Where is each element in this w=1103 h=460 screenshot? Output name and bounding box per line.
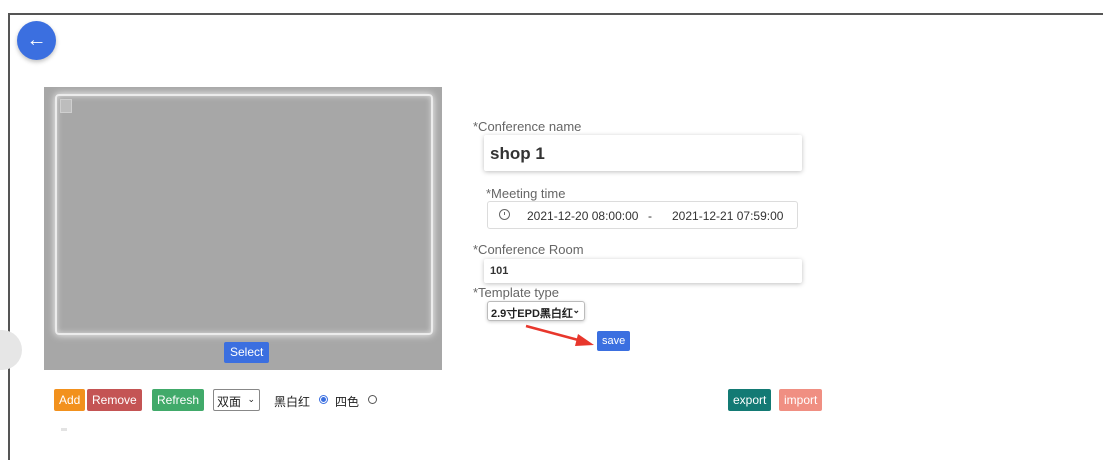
template-type-value: 2.9寸EPD黑白红 bbox=[491, 308, 573, 320]
frame-left-border bbox=[8, 13, 10, 460]
print-side-value: 双面 bbox=[217, 395, 242, 409]
conference-room-label: *Conference Room bbox=[473, 242, 584, 257]
color-mode-radio-four[interactable] bbox=[368, 395, 377, 404]
import-button[interactable]: import bbox=[779, 389, 823, 411]
save-button[interactable]: save bbox=[597, 331, 631, 351]
select-button[interactable]: Select bbox=[224, 342, 270, 363]
broken-image-icon bbox=[60, 99, 72, 113]
print-side-select[interactable]: 双面 ⌄ bbox=[213, 389, 260, 411]
template-preview bbox=[44, 87, 442, 370]
frame-top-border bbox=[8, 13, 1103, 15]
refresh-button[interactable]: Refresh bbox=[152, 389, 205, 411]
chevron-down-icon: ⌄ bbox=[247, 394, 255, 404]
annotation-arrow-icon bbox=[525, 324, 594, 346]
color-mode-label-bwr: 黑白红 bbox=[274, 395, 311, 409]
back-button[interactable]: ← bbox=[17, 21, 56, 60]
chevron-down-icon: ⌄ bbox=[572, 305, 580, 315]
color-mode-radio-bwr[interactable] bbox=[319, 395, 328, 404]
export-button[interactable]: export bbox=[728, 389, 772, 411]
meeting-time-label: *Meeting time bbox=[486, 186, 566, 201]
conference-name-label: *Conference name bbox=[473, 119, 582, 134]
meeting-start-time[interactable]: 2021-12-20 08:00:00 bbox=[527, 209, 638, 223]
add-button[interactable]: Add bbox=[54, 389, 86, 411]
clock-icon bbox=[499, 209, 510, 220]
side-panel-handle[interactable] bbox=[0, 330, 22, 370]
faint-mark bbox=[61, 428, 67, 431]
meeting-end-time[interactable]: 2021-12-21 07:59:00 bbox=[672, 209, 783, 223]
meeting-time-range[interactable]: 2021-12-20 08:00:00 - 2021-12-21 07:59:0… bbox=[487, 201, 798, 229]
color-mode-label-four: 四色 bbox=[335, 395, 360, 409]
preview-image-frame bbox=[55, 94, 433, 335]
remove-button[interactable]: Remove bbox=[87, 389, 142, 411]
date-range-separator: - bbox=[648, 209, 652, 223]
conference-name-input[interactable]: shop 1 bbox=[484, 135, 802, 171]
template-type-select[interactable]: 2.9寸EPD黑白红 ⌄ bbox=[487, 301, 585, 321]
template-type-label: *Template type bbox=[473, 285, 559, 300]
conference-room-input[interactable]: 101 bbox=[484, 259, 802, 283]
arrow-left-icon: ← bbox=[26, 29, 47, 51]
